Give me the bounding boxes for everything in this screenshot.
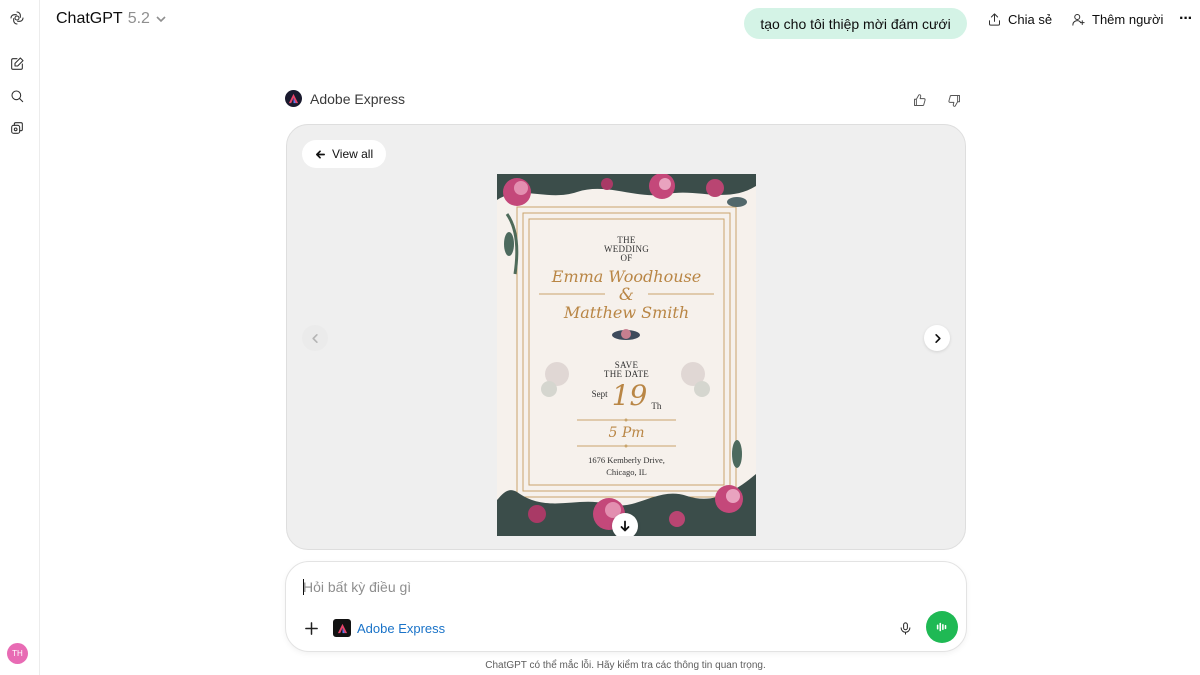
attach-button[interactable] [300, 617, 322, 639]
invite-the-date: THE DATE [603, 369, 650, 379]
thumbs-down-icon[interactable] [945, 91, 963, 109]
microphone-icon [900, 621, 910, 635]
more-options-button[interactable]: ··· [1179, 9, 1193, 29]
add-people-label: Thêm người [1092, 11, 1164, 27]
add-people-button[interactable]: Thêm người [1071, 9, 1163, 29]
invite-line-of: OF [620, 253, 633, 263]
chevron-right-icon [934, 333, 941, 343]
left-rail: TH [0, 0, 40, 675]
invite-name-1: Emma Woodhouse [551, 267, 702, 286]
share-button[interactable]: Chia sẻ [987, 9, 1052, 29]
invite-address-line-1: 1676 Kemberly Drive, [588, 455, 665, 465]
adobe-express-logo-icon [285, 90, 302, 107]
disclaimer: ChatGPT có thể mắc lỗi. Hãy kiểm tra các… [485, 660, 766, 671]
arrow-down-icon [620, 520, 630, 532]
share-label: Chia sẻ [1008, 11, 1053, 27]
add-person-icon [1072, 13, 1085, 26]
invite-ampersand: & [618, 285, 635, 305]
invite-date: Sept 19 Th [497, 379, 756, 412]
download-button[interactable] [612, 513, 638, 536]
model-picker[interactable]: ChatGPT 5.2 [56, 9, 167, 29]
dictate-button[interactable] [894, 617, 916, 639]
chevron-down-icon [156, 16, 166, 23]
voice-mode-button[interactable] [926, 611, 958, 643]
adobe-express-logo-icon [333, 619, 351, 637]
invite-date-suffix: Th [651, 401, 662, 411]
view-all-button[interactable]: View all [302, 140, 387, 168]
wedding-invitation-preview[interactable]: THE WEDDING OF Emma Woodhouse & Matthew … [497, 174, 756, 536]
app-source: Adobe Express [285, 90, 405, 107]
model-version: 5.2 [127, 10, 150, 27]
text-caret [303, 579, 304, 595]
invite-date-month: Sept [591, 389, 608, 399]
library-icon[interactable] [6, 117, 28, 139]
prompt-input[interactable] [303, 576, 903, 598]
thumbs-up-icon[interactable] [910, 91, 928, 109]
search-icon[interactable] [6, 85, 28, 107]
carousel-prev-button[interactable] [302, 325, 328, 351]
plus-icon [304, 621, 318, 635]
invite-address-line-2: Chicago, IL [606, 467, 647, 477]
carousel-next-button[interactable] [924, 325, 950, 351]
template-carousel-card: View all THE WEDDING OF Emma Woodhouse &… [286, 124, 966, 550]
user-message-bubble: tạo cho tôi thiệp mời đám cưới [744, 8, 967, 39]
new-chat-icon[interactable] [6, 53, 28, 75]
share-icon [989, 12, 1000, 26]
invite-date-day: 19 [611, 379, 648, 412]
voice-waveform-icon [936, 622, 947, 632]
adobe-express-tool-pill[interactable]: Adobe Express [333, 618, 445, 638]
model-name: ChatGPT [56, 10, 123, 27]
arrow-left-icon [316, 149, 325, 159]
chatgpt-app: TH ChatGPT 5.2 tạo cho tôi thiệp mời đám… [0, 0, 1200, 675]
message-composer: Adobe Express [285, 561, 967, 652]
invite-time: 5 Pm [608, 425, 645, 441]
chevron-left-icon [311, 333, 318, 343]
tool-pill-label: Adobe Express [357, 620, 446, 636]
invite-name-2: Matthew Smith [563, 303, 690, 322]
view-all-label: View all [332, 147, 374, 161]
floral-frame-artwork [497, 174, 756, 536]
app-source-name: Adobe Express [310, 90, 405, 107]
openai-logo-icon[interactable] [6, 7, 28, 29]
